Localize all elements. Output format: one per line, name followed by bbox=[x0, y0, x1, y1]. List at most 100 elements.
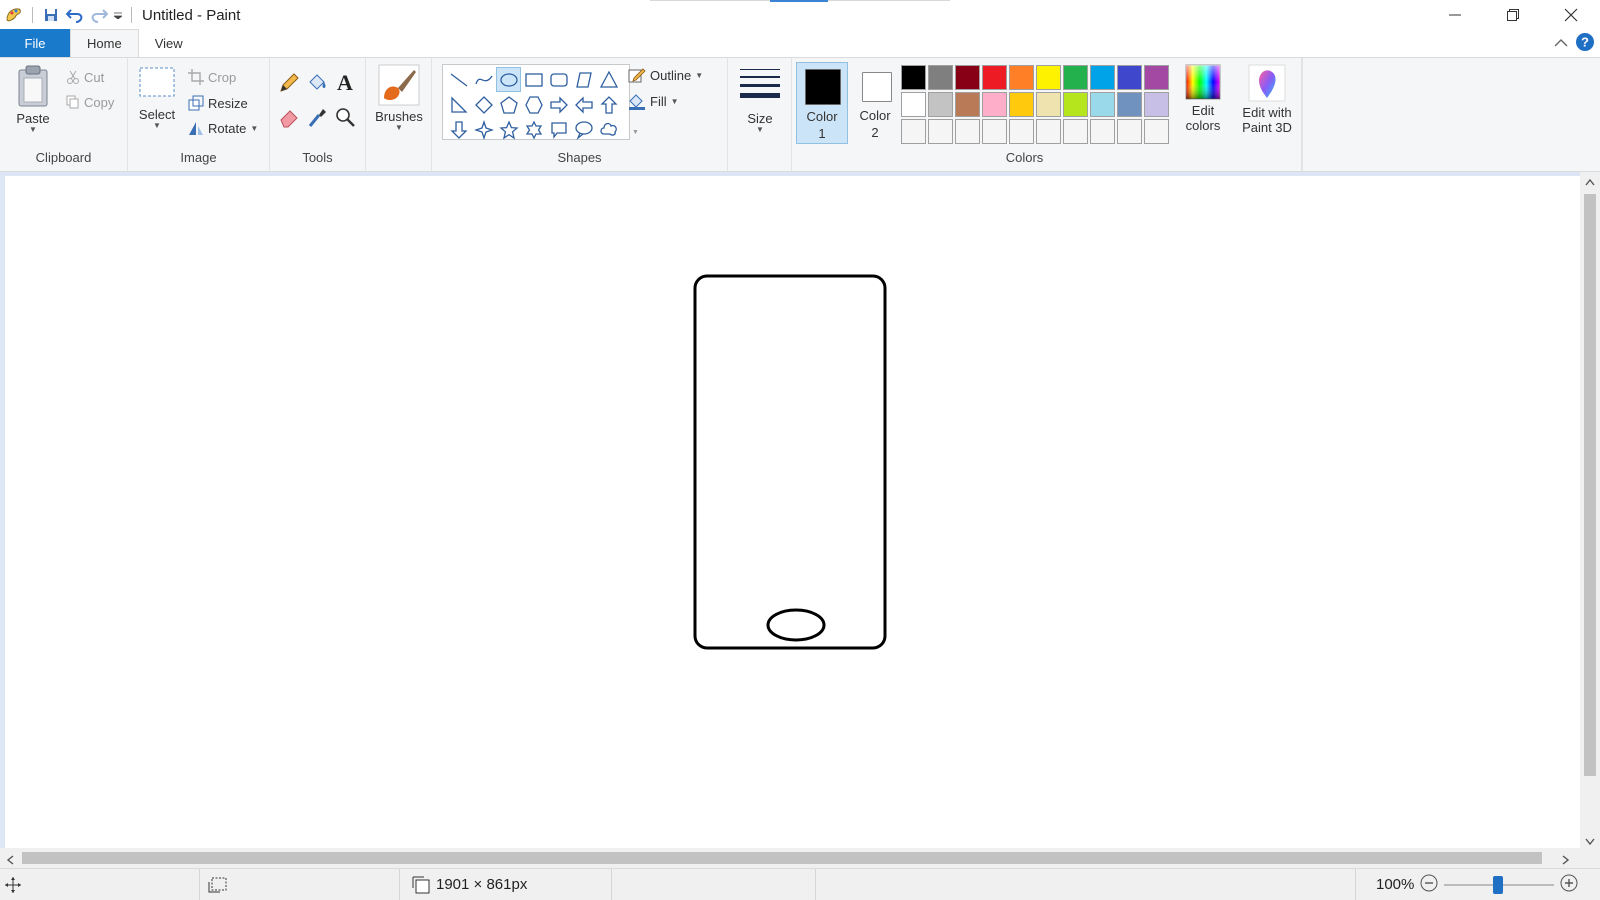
size-button[interactable]: Size ▼ bbox=[736, 66, 784, 134]
scroll-left-icon[interactable] bbox=[6, 853, 14, 868]
edit-with-paint3d-button[interactable]: Edit with Paint 3D bbox=[1236, 64, 1298, 135]
resize-button[interactable]: Resize bbox=[188, 92, 248, 114]
horizontal-scrollbar[interactable] bbox=[0, 848, 1580, 868]
left-arrow-shape-icon[interactable] bbox=[571, 92, 596, 117]
paste-button[interactable]: Paste ▼ bbox=[12, 64, 54, 134]
rotate-button[interactable]: Rotate ▼ bbox=[188, 117, 258, 139]
palette-swatch[interactable] bbox=[1009, 65, 1034, 90]
save-icon[interactable] bbox=[39, 3, 63, 27]
palette-swatch[interactable] bbox=[1090, 92, 1115, 117]
vertical-scroll-thumb[interactable] bbox=[1584, 194, 1596, 776]
diamond-shape-icon[interactable] bbox=[471, 92, 496, 117]
palette-swatch[interactable] bbox=[1063, 119, 1088, 144]
close-button[interactable] bbox=[1542, 0, 1600, 30]
polygon-shape-icon[interactable] bbox=[571, 67, 596, 92]
tab-home[interactable]: Home bbox=[70, 29, 139, 57]
triangle-shape-icon[interactable] bbox=[596, 67, 621, 92]
palette-swatch[interactable] bbox=[1063, 65, 1088, 90]
palette-swatch[interactable] bbox=[928, 65, 953, 90]
hexagon-shape-icon[interactable] bbox=[521, 92, 546, 117]
palette-swatch[interactable] bbox=[1144, 65, 1169, 90]
customize-qat-chevron-icon[interactable] bbox=[111, 3, 125, 27]
palette-swatch[interactable] bbox=[928, 92, 953, 117]
outline-button[interactable]: Outline ▼ bbox=[628, 64, 703, 86]
scroll-up-icon[interactable] bbox=[1585, 178, 1595, 188]
up-arrow-shape-icon[interactable] bbox=[596, 92, 621, 117]
scroll-right-icon[interactable] bbox=[1562, 853, 1570, 868]
palette-swatch[interactable] bbox=[955, 65, 980, 90]
right-triangle-shape-icon[interactable] bbox=[446, 92, 471, 117]
zoom-in-icon[interactable] bbox=[1560, 874, 1578, 895]
oval-callout-shape-icon[interactable] bbox=[571, 117, 596, 142]
palette-swatch[interactable] bbox=[955, 92, 980, 117]
palette-swatch[interactable] bbox=[1117, 119, 1142, 144]
scroll-down-icon[interactable] bbox=[1585, 834, 1595, 849]
palette-swatch[interactable] bbox=[1090, 119, 1115, 144]
tab-view[interactable]: View bbox=[139, 29, 199, 57]
line-shape-icon[interactable] bbox=[446, 67, 471, 92]
cloud-callout-shape-icon[interactable] bbox=[596, 117, 621, 142]
palette-swatch[interactable] bbox=[1009, 92, 1034, 117]
minimize-button[interactable] bbox=[1426, 0, 1484, 30]
tab-file[interactable]: File bbox=[0, 29, 70, 57]
zoom-slider-thumb[interactable] bbox=[1493, 875, 1504, 894]
select-button[interactable]: Select ▼ bbox=[136, 66, 178, 130]
zoom-controls: 100% bbox=[1376, 869, 1578, 900]
palette-swatch[interactable] bbox=[928, 119, 953, 144]
fill-button[interactable]: Fill ▼ bbox=[628, 90, 679, 112]
palette-swatch[interactable] bbox=[1090, 65, 1115, 90]
rounded-callout-shape-icon[interactable] bbox=[546, 117, 571, 142]
cut-button[interactable]: Cut bbox=[66, 66, 104, 88]
crop-button[interactable]: Crop bbox=[188, 66, 236, 88]
edit-colors-button[interactable]: Edit colors bbox=[1178, 64, 1228, 133]
eraser-icon[interactable] bbox=[278, 106, 300, 131]
palette-swatch[interactable] bbox=[1036, 119, 1061, 144]
down-arrow-shape-icon[interactable] bbox=[446, 117, 471, 142]
palette-swatch[interactable] bbox=[1009, 119, 1034, 144]
magnifier-icon[interactable] bbox=[334, 106, 356, 131]
oval-shape-icon[interactable] bbox=[496, 67, 521, 92]
palette-swatch[interactable] bbox=[982, 65, 1007, 90]
text-tool-icon[interactable]: A bbox=[334, 70, 356, 97]
restore-button[interactable] bbox=[1484, 0, 1542, 30]
palette-swatch[interactable] bbox=[982, 92, 1007, 117]
five-point-star-shape-icon[interactable] bbox=[496, 117, 521, 142]
color-picker-icon[interactable] bbox=[306, 106, 328, 131]
six-point-star-shape-icon[interactable] bbox=[521, 117, 546, 142]
copy-button[interactable]: Copy bbox=[66, 91, 114, 113]
palette-swatch[interactable] bbox=[1063, 92, 1088, 117]
curve-shape-icon[interactable] bbox=[471, 67, 496, 92]
pencil-icon[interactable] bbox=[278, 72, 300, 97]
collapse-ribbon-icon[interactable] bbox=[1554, 36, 1568, 51]
right-arrow-shape-icon[interactable] bbox=[546, 92, 571, 117]
palette-swatch[interactable] bbox=[901, 92, 926, 117]
color1-button[interactable]: Color 1 bbox=[796, 62, 848, 144]
rectangle-shape-icon[interactable] bbox=[521, 67, 546, 92]
fill-bucket-icon[interactable] bbox=[306, 72, 328, 97]
palette-swatch[interactable] bbox=[901, 119, 926, 144]
four-point-star-shape-icon[interactable] bbox=[471, 117, 496, 142]
palette-swatch[interactable] bbox=[982, 119, 1007, 144]
palette-swatch[interactable] bbox=[1036, 65, 1061, 90]
vertical-scrollbar[interactable] bbox=[1580, 172, 1600, 848]
drawing-canvas[interactable] bbox=[5, 176, 1580, 848]
zoom-out-icon[interactable] bbox=[1420, 874, 1438, 895]
palette-swatch[interactable] bbox=[1144, 92, 1169, 117]
undo-icon[interactable] bbox=[63, 3, 87, 27]
palette-swatch[interactable] bbox=[1117, 92, 1142, 117]
palette-swatch[interactable] bbox=[901, 65, 926, 90]
palette-swatch[interactable] bbox=[1036, 92, 1061, 117]
horizontal-scroll-thumb[interactable] bbox=[22, 852, 1542, 864]
color2-button[interactable]: Color 2 bbox=[850, 62, 900, 144]
palette-swatch[interactable] bbox=[955, 119, 980, 144]
zoom-slider[interactable] bbox=[1444, 875, 1555, 894]
palette-swatch[interactable] bbox=[1117, 65, 1142, 90]
brushes-button[interactable]: Brushes ▼ bbox=[374, 64, 424, 132]
pentagon-shape-icon[interactable] bbox=[496, 92, 521, 117]
rounded-rectangle-shape-icon[interactable] bbox=[546, 67, 571, 92]
redo-icon[interactable] bbox=[87, 3, 111, 27]
brush-icon bbox=[378, 64, 420, 106]
palette-swatch[interactable] bbox=[1144, 119, 1169, 144]
paint-app-icon[interactable] bbox=[2, 3, 26, 27]
help-icon[interactable]: ? bbox=[1576, 33, 1594, 54]
